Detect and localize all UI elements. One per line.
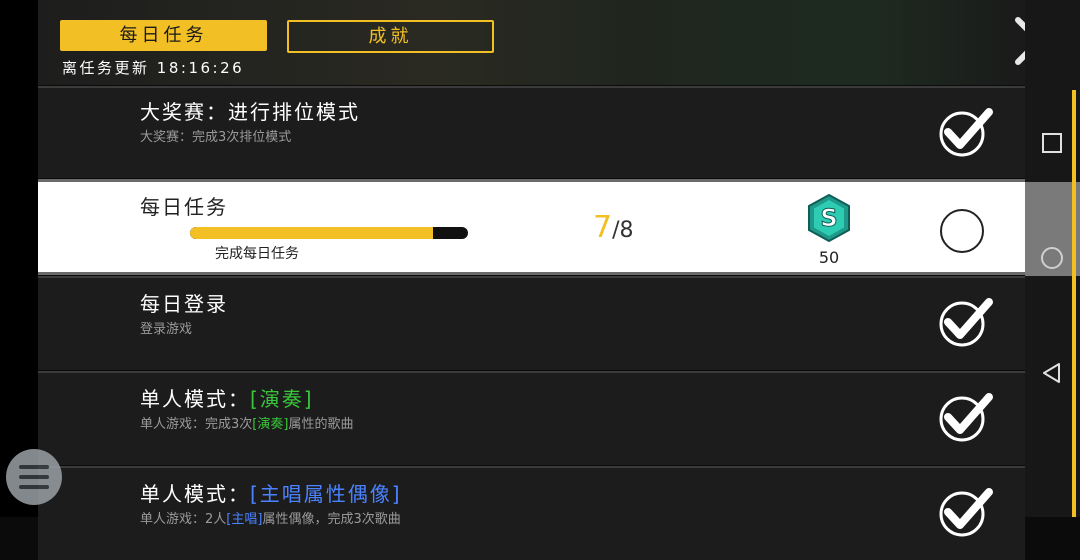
task-desc-prefix: 单人游戏：完成3次	[140, 417, 253, 432]
task-desc: 单人游戏：2人[主唱]属性偶像，完成3次歌曲	[140, 508, 401, 527]
square-icon[interactable]	[1039, 130, 1065, 156]
tab-daily-tasks[interactable]: 每日任务	[60, 20, 267, 51]
svg-text:S: S	[820, 204, 837, 232]
checkmark-icon	[939, 393, 993, 442]
task-title: 每日登录	[140, 292, 228, 316]
task-desc: 登录游戏	[140, 322, 193, 337]
progress-fill	[190, 227, 434, 239]
circle-icon[interactable]	[1039, 245, 1065, 271]
menu-line	[19, 485, 49, 489]
progress-bar	[190, 227, 468, 239]
task-row-login[interactable]: 每日登录 登录游戏	[38, 276, 1025, 370]
progress-total: /8	[612, 218, 634, 243]
task-desc: 单人游戏：完成3次[演奏]属性的歌曲	[140, 413, 353, 432]
refresh-time: 18:16:26	[156, 59, 245, 77]
attribute-tag: [演奏]	[250, 387, 314, 411]
checkmark-icon	[939, 488, 993, 537]
attribute-tag: [主唱]	[226, 512, 263, 527]
task-desc-suffix: 属性的歌曲	[288, 417, 354, 432]
task-desc: 大奖赛：完成3次排位模式	[140, 130, 292, 145]
attribute-tag: [演奏]	[252, 417, 289, 432]
hamburger-menu-icon[interactable]	[6, 449, 62, 505]
scrollbar[interactable]	[1072, 90, 1076, 517]
task-row-solo-vocal[interactable]: 单人模式：[主唱属性偶像] 单人游戏：2人[主唱]属性偶像，完成3次歌曲	[38, 466, 1025, 560]
task-title: 单人模式：[演奏]	[140, 383, 314, 412]
reward-amount: 50	[818, 248, 840, 267]
refresh-timer: 离任务更新 18:16:26	[62, 57, 244, 78]
task-title: 每日任务	[140, 195, 228, 219]
menu-line	[19, 465, 49, 469]
progress-label: 完成每日任务	[215, 246, 299, 262]
task-title-prefix: 单人模式：	[140, 482, 250, 506]
tab-achievements[interactable]: 成就	[287, 20, 494, 53]
progress-count: 7/8	[593, 210, 634, 245]
progress-current: 7	[593, 210, 613, 245]
task-row-solo-perform[interactable]: 单人模式：[演奏] 单人游戏：完成3次[演奏]属性的歌曲	[38, 371, 1025, 465]
refresh-label: 离任务更新	[62, 59, 150, 77]
attribute-tag: [主唱属性偶像]	[250, 482, 402, 506]
task-title: 单人模式：[主唱属性偶像]	[140, 478, 402, 507]
left-edge	[0, 0, 38, 517]
task-title: 大奖赛：进行排位模式	[140, 100, 360, 124]
task-row-daily[interactable]: 每日任务 完成每日任务 7/8 S 50	[38, 179, 1025, 275]
checkmark-icon	[939, 108, 993, 157]
task-row-ranked[interactable]: 大奖赛：进行排位模式 大奖赛：完成3次排位模式	[38, 86, 1025, 178]
s-gem-icon: S	[808, 193, 850, 243]
task-title-prefix: 单人模式：	[140, 387, 250, 411]
incomplete-circle-icon	[940, 209, 984, 253]
triangle-back-icon[interactable]	[1039, 360, 1065, 386]
task-desc-suffix: 属性偶像，完成3次歌曲	[262, 512, 401, 527]
menu-line	[19, 475, 49, 479]
task-desc-prefix: 单人游戏：2人	[140, 512, 227, 527]
checkmark-icon	[939, 298, 993, 347]
